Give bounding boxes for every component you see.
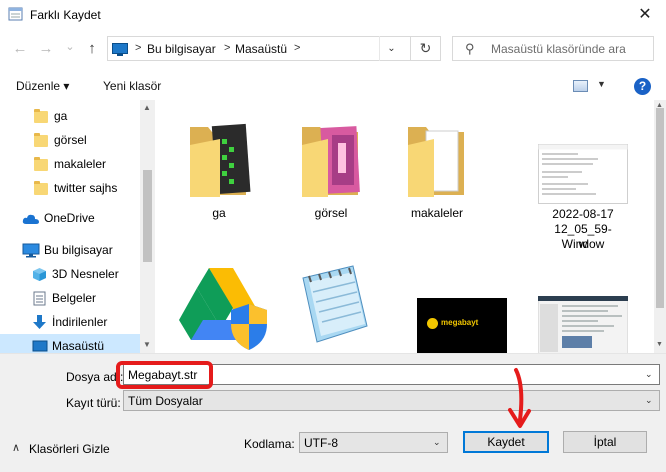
- sidebar-scrollbar[interactable]: ▲ ▼: [140, 100, 155, 353]
- encoding-label: Kodlama:: [244, 437, 295, 451]
- collapse-chevron-icon[interactable]: ∧: [12, 441, 20, 454]
- scroll-down-icon[interactable]: ▼: [656, 341, 663, 348]
- computer-icon: [112, 43, 128, 54]
- notepad-icon: [302, 265, 368, 343]
- view-options-icon[interactable]: [573, 80, 588, 92]
- filename-label: Dosya adı:: [66, 370, 124, 384]
- document-icon: [33, 291, 46, 306]
- sidebar-item-documents[interactable]: Belgeler: [0, 286, 140, 310]
- search-icon: ⚲: [465, 41, 475, 56]
- folder-icon: [408, 127, 464, 197]
- up-arrow-icon[interactable]: ↑: [82, 39, 102, 59]
- content-scrollbar[interactable]: ▲ ▼: [654, 100, 666, 353]
- list-item[interactable]: görsel: [281, 114, 381, 234]
- list-item[interactable]: megabayt: [409, 260, 509, 353]
- google-drive-icon: [179, 268, 267, 350]
- breadcrumb-desktop[interactable]: Masaüstü: [235, 42, 287, 56]
- title-bar: Farklı Kaydet ✕: [0, 0, 666, 30]
- filename-dropdown-chevron-icon[interactable]: ⌄: [645, 369, 653, 380]
- filetype-dropdown-chevron-icon[interactable]: ⌄: [645, 395, 653, 406]
- annotation-highlight-box: [116, 361, 213, 389]
- toolbar: Düzenle ▾ Yeni klasör ▼ ?: [0, 72, 666, 100]
- desktop-icon: [32, 340, 48, 352]
- list-item[interactable]: makaleler: [387, 114, 487, 234]
- sidebar-item-3d-objects[interactable]: 3D Nesneler: [0, 262, 140, 286]
- encoding-value: UTF-8: [304, 436, 338, 450]
- scroll-thumb[interactable]: [656, 108, 664, 308]
- back-arrow-icon[interactable]: ←: [10, 39, 30, 59]
- folder-icon: [34, 109, 48, 123]
- megabayt-logo-icon: [427, 318, 438, 329]
- list-item[interactable]: [281, 260, 381, 353]
- help-icon[interactable]: ?: [634, 78, 651, 95]
- file-list[interactable]: ga görsel makaleler 2022-08-17 12_05_59-…: [157, 100, 654, 353]
- breadcrumb-separator: >: [224, 42, 231, 54]
- filetype-select[interactable]: Tüm Dosyalar: [123, 390, 660, 411]
- sidebar-item-this-pc[interactable]: Bu bilgisayar: [0, 238, 140, 262]
- download-icon: [33, 315, 46, 329]
- view-options-chevron-icon[interactable]: ▼: [597, 79, 606, 89]
- search-placeholder: Masaüstü klasöründe ara: [491, 42, 626, 56]
- new-folder-button[interactable]: Yeni klasör: [103, 79, 161, 93]
- recent-locations-chevron-icon[interactable]: ⌄: [60, 37, 80, 57]
- breadcrumb-separator: >: [135, 42, 142, 54]
- folder-icon: [302, 126, 360, 197]
- scroll-up-icon[interactable]: ▲: [143, 103, 151, 112]
- breadcrumb-this-pc[interactable]: Bu bilgisayar: [147, 42, 216, 56]
- sidebar-item-ga[interactable]: ga: [0, 104, 140, 128]
- list-item[interactable]: [526, 260, 628, 353]
- cube-icon: [33, 268, 46, 281]
- list-item[interactable]: ga: [169, 114, 269, 234]
- save-button[interactable]: Kaydet: [463, 431, 549, 453]
- cancel-button[interactable]: İptal: [563, 431, 647, 453]
- encoding-dropdown-chevron-icon[interactable]: ⌄: [433, 437, 441, 448]
- hide-folders-button[interactable]: Klasörleri Gizle: [29, 442, 110, 456]
- folder-icon: [34, 181, 48, 195]
- sidebar-item-desktop[interactable]: Masaüstü: [0, 334, 140, 353]
- filetype-label: Kayıt türü:: [66, 396, 121, 410]
- computer-icon: [22, 243, 40, 258]
- address-dropdown-chevron-icon[interactable]: ⌄: [379, 36, 403, 61]
- scroll-down-icon[interactable]: ▼: [143, 340, 151, 349]
- folder-icon: [34, 133, 48, 147]
- list-item[interactable]: 2022-08-17 12_05_59-Window w: [526, 114, 628, 254]
- sidebar-item-makaleler[interactable]: makaleler: [0, 152, 140, 176]
- window-title: Farklı Kaydet: [30, 8, 101, 22]
- sidebar-item-twitter-sajhs[interactable]: twitter sajhs: [0, 176, 140, 200]
- annotation-arrow-icon: [508, 368, 531, 428]
- forward-arrow-icon[interactable]: →: [36, 39, 56, 59]
- search-input[interactable]: ⚲ Masaüstü klasöründe ara: [452, 36, 654, 61]
- notepad-app-icon: [8, 7, 23, 21]
- breadcrumb-separator[interactable]: >: [294, 42, 300, 54]
- refresh-icon[interactable]: ↻: [410, 36, 440, 61]
- screenshot-thumbnail: [538, 296, 628, 353]
- cloud-icon: [22, 214, 39, 224]
- folder-icon: [34, 157, 48, 171]
- close-button[interactable]: ✕: [632, 4, 658, 26]
- list-item[interactable]: [169, 260, 269, 353]
- navigation-pane[interactable]: ga görsel makaleler twitter sajhs OneDri…: [0, 100, 155, 353]
- image-thumbnail: megabayt: [417, 298, 507, 353]
- organize-menu-button[interactable]: Düzenle ▾: [16, 79, 69, 93]
- sidebar-item-onedrive[interactable]: OneDrive: [0, 206, 140, 230]
- sidebar-item-gorsel[interactable]: görsel: [0, 128, 140, 152]
- scroll-thumb[interactable]: [143, 170, 152, 262]
- filetype-value: Tüm Dosyalar: [128, 394, 203, 408]
- encoding-select[interactable]: UTF-8: [299, 432, 448, 453]
- sidebar-item-downloads[interactable]: İndirilenler: [0, 310, 140, 334]
- text-file-thumbnail: [538, 144, 628, 204]
- folder-icon: [190, 123, 251, 197]
